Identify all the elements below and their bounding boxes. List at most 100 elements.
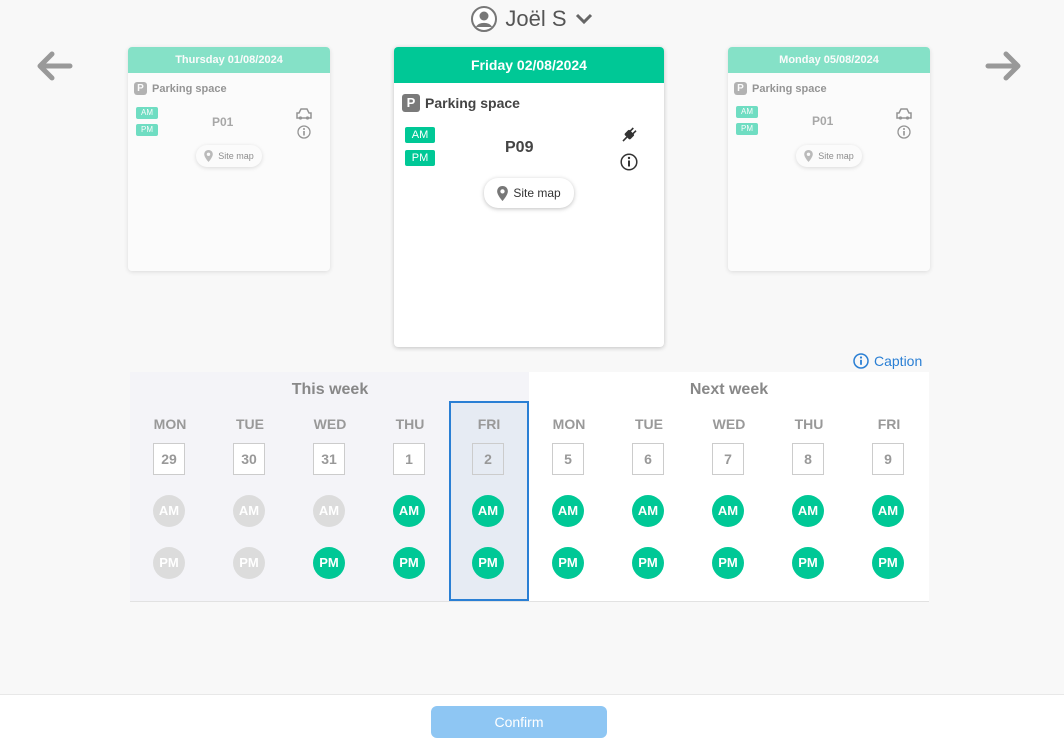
info-icon[interactable] [620, 153, 638, 171]
user-avatar-icon [471, 6, 498, 32]
chevron-down-icon [575, 13, 592, 25]
day-column-thu-8: THU 8 AM PM [769, 372, 849, 601]
day-number[interactable]: 8 [792, 443, 824, 475]
parking-space-title: P Parking space [134, 82, 227, 95]
site-map-button[interactable]: Site map [196, 145, 262, 167]
pm-slot[interactable]: PM [632, 547, 664, 579]
day-column-wed-31: WED 31 AM PM [290, 372, 370, 601]
day-name: MON [153, 416, 187, 432]
info-icon [853, 353, 869, 369]
day-column-wed-7: WED 7 AM PM [689, 372, 769, 601]
week-calendar: This week Next week MON 29 AM PM TUE 30 … [130, 372, 929, 602]
day-name: WED [313, 416, 347, 432]
map-pin-icon [497, 185, 509, 201]
card-date: Friday 02/08/2024 [394, 47, 664, 83]
parking-space-title: P Parking space [402, 94, 520, 112]
am-slot[interactable]: AM [393, 495, 425, 527]
day-column-mon-29: MON 29 AM PM [130, 372, 210, 601]
pm-tag: PM [136, 124, 158, 136]
info-icon[interactable] [897, 125, 911, 139]
pm-slot[interactable]: PM [233, 547, 265, 579]
day-number[interactable]: 6 [632, 443, 664, 475]
confirm-button[interactable]: Confirm [431, 706, 607, 738]
map-pin-icon [804, 150, 814, 162]
pm-slot[interactable]: PM [712, 547, 744, 579]
pm-slot[interactable]: PM [872, 547, 904, 579]
previous-day-arrow[interactable] [34, 48, 74, 84]
am-slot[interactable]: AM [632, 495, 664, 527]
day-column-fri-9: FRI 9 AM PM [849, 372, 929, 601]
am-slot[interactable]: AM [552, 495, 584, 527]
parking-space-label: Parking space [425, 95, 520, 111]
arrow-right-icon [985, 51, 1021, 81]
car-icon [896, 108, 912, 120]
site-map-label: Site map [218, 151, 254, 161]
user-selector[interactable]: Joël S [0, 6, 1064, 32]
day-name: THU [794, 416, 824, 432]
user-name: Joël S [505, 6, 567, 31]
pm-slot[interactable]: PM [393, 547, 425, 579]
day-name: FRI [477, 416, 501, 432]
day-name: WED [712, 416, 746, 432]
card-date: Monday 05/08/2024 [728, 47, 930, 73]
parking-space-title: P Parking space [734, 82, 827, 95]
day-column-tue-6: TUE 6 AM PM [609, 372, 689, 601]
am-slot[interactable]: AM [313, 495, 345, 527]
am-slot[interactable]: AM [233, 495, 265, 527]
day-number[interactable]: 30 [233, 443, 265, 475]
pm-slot[interactable]: PM [792, 547, 824, 579]
day-column-mon-5: MON 5 AM PM [529, 372, 609, 601]
day-name: FRI [877, 416, 901, 432]
pm-tag: PM [405, 150, 435, 166]
day-column-fri-2-selected[interactable]: FRI 2 AM PM [449, 401, 529, 601]
day-number[interactable]: 7 [712, 443, 744, 475]
day-number[interactable]: 1 [393, 443, 425, 475]
car-icon [296, 108, 312, 120]
day-name: MON [552, 416, 586, 432]
parking-icon: P [402, 94, 420, 112]
day-number[interactable]: 2 [472, 443, 504, 475]
pm-slot[interactable]: PM [313, 547, 345, 579]
map-pin-icon [204, 150, 214, 162]
site-map-label: Site map [818, 151, 854, 161]
caption-label: Caption [874, 353, 923, 369]
ev-plug-icon [622, 127, 637, 142]
parking-icon: P [734, 82, 747, 95]
card-previous-day[interactable]: Thursday 01/08/2024 P Parking space AM P… [128, 47, 330, 271]
footer-bar: Confirm [0, 694, 1064, 745]
am-slot[interactable]: AM [792, 495, 824, 527]
pm-slot[interactable]: PM [472, 547, 504, 579]
site-map-button[interactable]: Site map [796, 145, 862, 167]
am-tag: AM [405, 127, 435, 143]
am-slot[interactable]: AM [472, 495, 504, 527]
card-date: Thursday 01/08/2024 [128, 47, 330, 73]
parking-spot-id: P09 [505, 139, 534, 156]
info-icon[interactable] [297, 125, 311, 139]
card-current-day: Friday 02/08/2024 P Parking space AM PM … [394, 47, 664, 347]
day-number[interactable]: 9 [872, 443, 904, 475]
next-day-arrow[interactable] [984, 48, 1024, 84]
site-map-button[interactable]: Site map [484, 178, 574, 208]
am-slot[interactable]: AM [872, 495, 904, 527]
day-number[interactable]: 31 [313, 443, 345, 475]
pm-tag: PM [736, 123, 758, 135]
day-number[interactable]: 29 [153, 443, 185, 475]
pm-slot[interactable]: PM [153, 547, 185, 579]
am-slot[interactable]: AM [712, 495, 744, 527]
am-slot[interactable]: AM [153, 495, 185, 527]
am-tag: AM [136, 107, 158, 119]
caption-link[interactable]: Caption [853, 353, 922, 369]
day-column-thu-1: THU 1 AM PM [370, 372, 450, 601]
site-map-label: Site map [513, 186, 561, 200]
card-next-day[interactable]: Monday 05/08/2024 P Parking space AM PM … [728, 47, 930, 271]
arrow-left-icon [37, 51, 73, 81]
parking-spot-id: P01 [812, 114, 834, 128]
parking-spot-id: P01 [212, 115, 234, 129]
am-tag: AM [736, 106, 758, 118]
day-name: TUE [635, 416, 663, 432]
day-name: TUE [236, 416, 264, 432]
parking-space-label: Parking space [152, 82, 227, 95]
day-column-tue-30: TUE 30 AM PM [210, 372, 290, 601]
day-number[interactable]: 5 [552, 443, 584, 475]
pm-slot[interactable]: PM [552, 547, 584, 579]
